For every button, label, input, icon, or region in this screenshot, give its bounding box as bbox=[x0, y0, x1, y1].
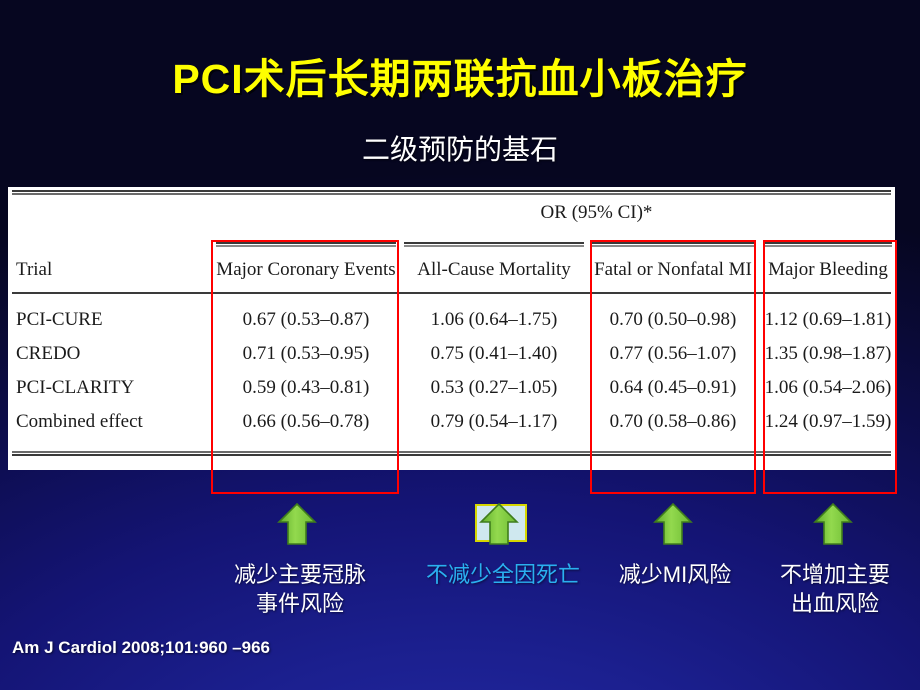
table-cell: 1.35 (0.98–1.87) bbox=[764, 343, 892, 364]
table-cell: 1.12 (0.69–1.81) bbox=[764, 309, 892, 330]
table-cell: 0.75 (0.41–1.40) bbox=[430, 343, 558, 364]
table-header-col-3: Major Bleeding bbox=[768, 259, 888, 280]
results-table: OR (95% CI)* Trial Major Coronary Events… bbox=[8, 187, 895, 470]
page-subtitle: 二级预防的基石 bbox=[361, 134, 558, 165]
table-row: PCI-CLARITY bbox=[16, 377, 135, 398]
table-header-col-2: Fatal or Nonfatal MI bbox=[594, 259, 752, 280]
table-header-col-0: Major Coronary Events bbox=[216, 259, 396, 280]
table-cell: 1.06 (0.54–2.06) bbox=[764, 377, 892, 398]
table-cell: 0.64 (0.45–0.91) bbox=[609, 377, 737, 398]
annotation-caption-1: 不减少全因死亡 bbox=[425, 562, 580, 587]
table-row: PCI-CURE bbox=[16, 309, 103, 330]
table-rule-header bbox=[12, 292, 891, 294]
table-span-header: OR (95% CI)* bbox=[540, 202, 653, 223]
up-arrow-icon bbox=[479, 502, 519, 546]
table-header-col-1: All-Cause Mortality bbox=[417, 259, 571, 280]
table-cell: 0.59 (0.43–0.81) bbox=[242, 377, 370, 398]
up-arrow-icon bbox=[277, 502, 317, 546]
table-row: Combined effect bbox=[16, 411, 143, 432]
table-rule-bottom bbox=[12, 454, 891, 456]
span-rule-col-3 bbox=[592, 242, 754, 244]
slide-canvas: PCI术后长期两联抗血小板治疗 二级预防的基石 OR (95% CI)* Tri… bbox=[0, 0, 920, 690]
table-row: CREDO bbox=[16, 343, 81, 364]
up-arrow-icon bbox=[653, 502, 693, 546]
annotation-caption-2: 减少MI风险 bbox=[618, 562, 732, 587]
up-arrow-icon bbox=[813, 502, 853, 546]
table-cell: 1.24 (0.97–1.59) bbox=[764, 411, 892, 432]
table-cell: 0.70 (0.58–0.86) bbox=[609, 411, 737, 432]
citation: Am J Cardiol 2008;101:960 –966 bbox=[12, 638, 270, 657]
page-title: PCI术后长期两联抗血小板治疗 bbox=[172, 56, 748, 102]
table-cell: 0.77 (0.56–1.07) bbox=[609, 343, 737, 364]
table-rule-top bbox=[12, 190, 891, 192]
span-rule-col-4 bbox=[764, 242, 892, 244]
span-rule-col-1 bbox=[216, 242, 396, 244]
table-cell: 0.79 (0.54–1.17) bbox=[430, 411, 558, 432]
table-cell: 0.71 (0.53–0.95) bbox=[242, 343, 370, 364]
table-cell: 0.67 (0.53–0.87) bbox=[242, 309, 370, 330]
table-cell: 1.06 (0.64–1.75) bbox=[430, 309, 558, 330]
table-cell: 0.66 (0.56–0.78) bbox=[242, 411, 370, 432]
table-cell: 0.53 (0.27–1.05) bbox=[430, 377, 558, 398]
table-header-trial: Trial bbox=[16, 259, 53, 280]
annotation-caption-0: 减少主要冠脉 事件风险 bbox=[233, 562, 366, 616]
span-rule-col-2 bbox=[404, 242, 584, 244]
table-cell: 0.70 (0.50–0.98) bbox=[609, 309, 737, 330]
annotation-caption-3: 不增加主要 出血风险 bbox=[779, 562, 890, 616]
